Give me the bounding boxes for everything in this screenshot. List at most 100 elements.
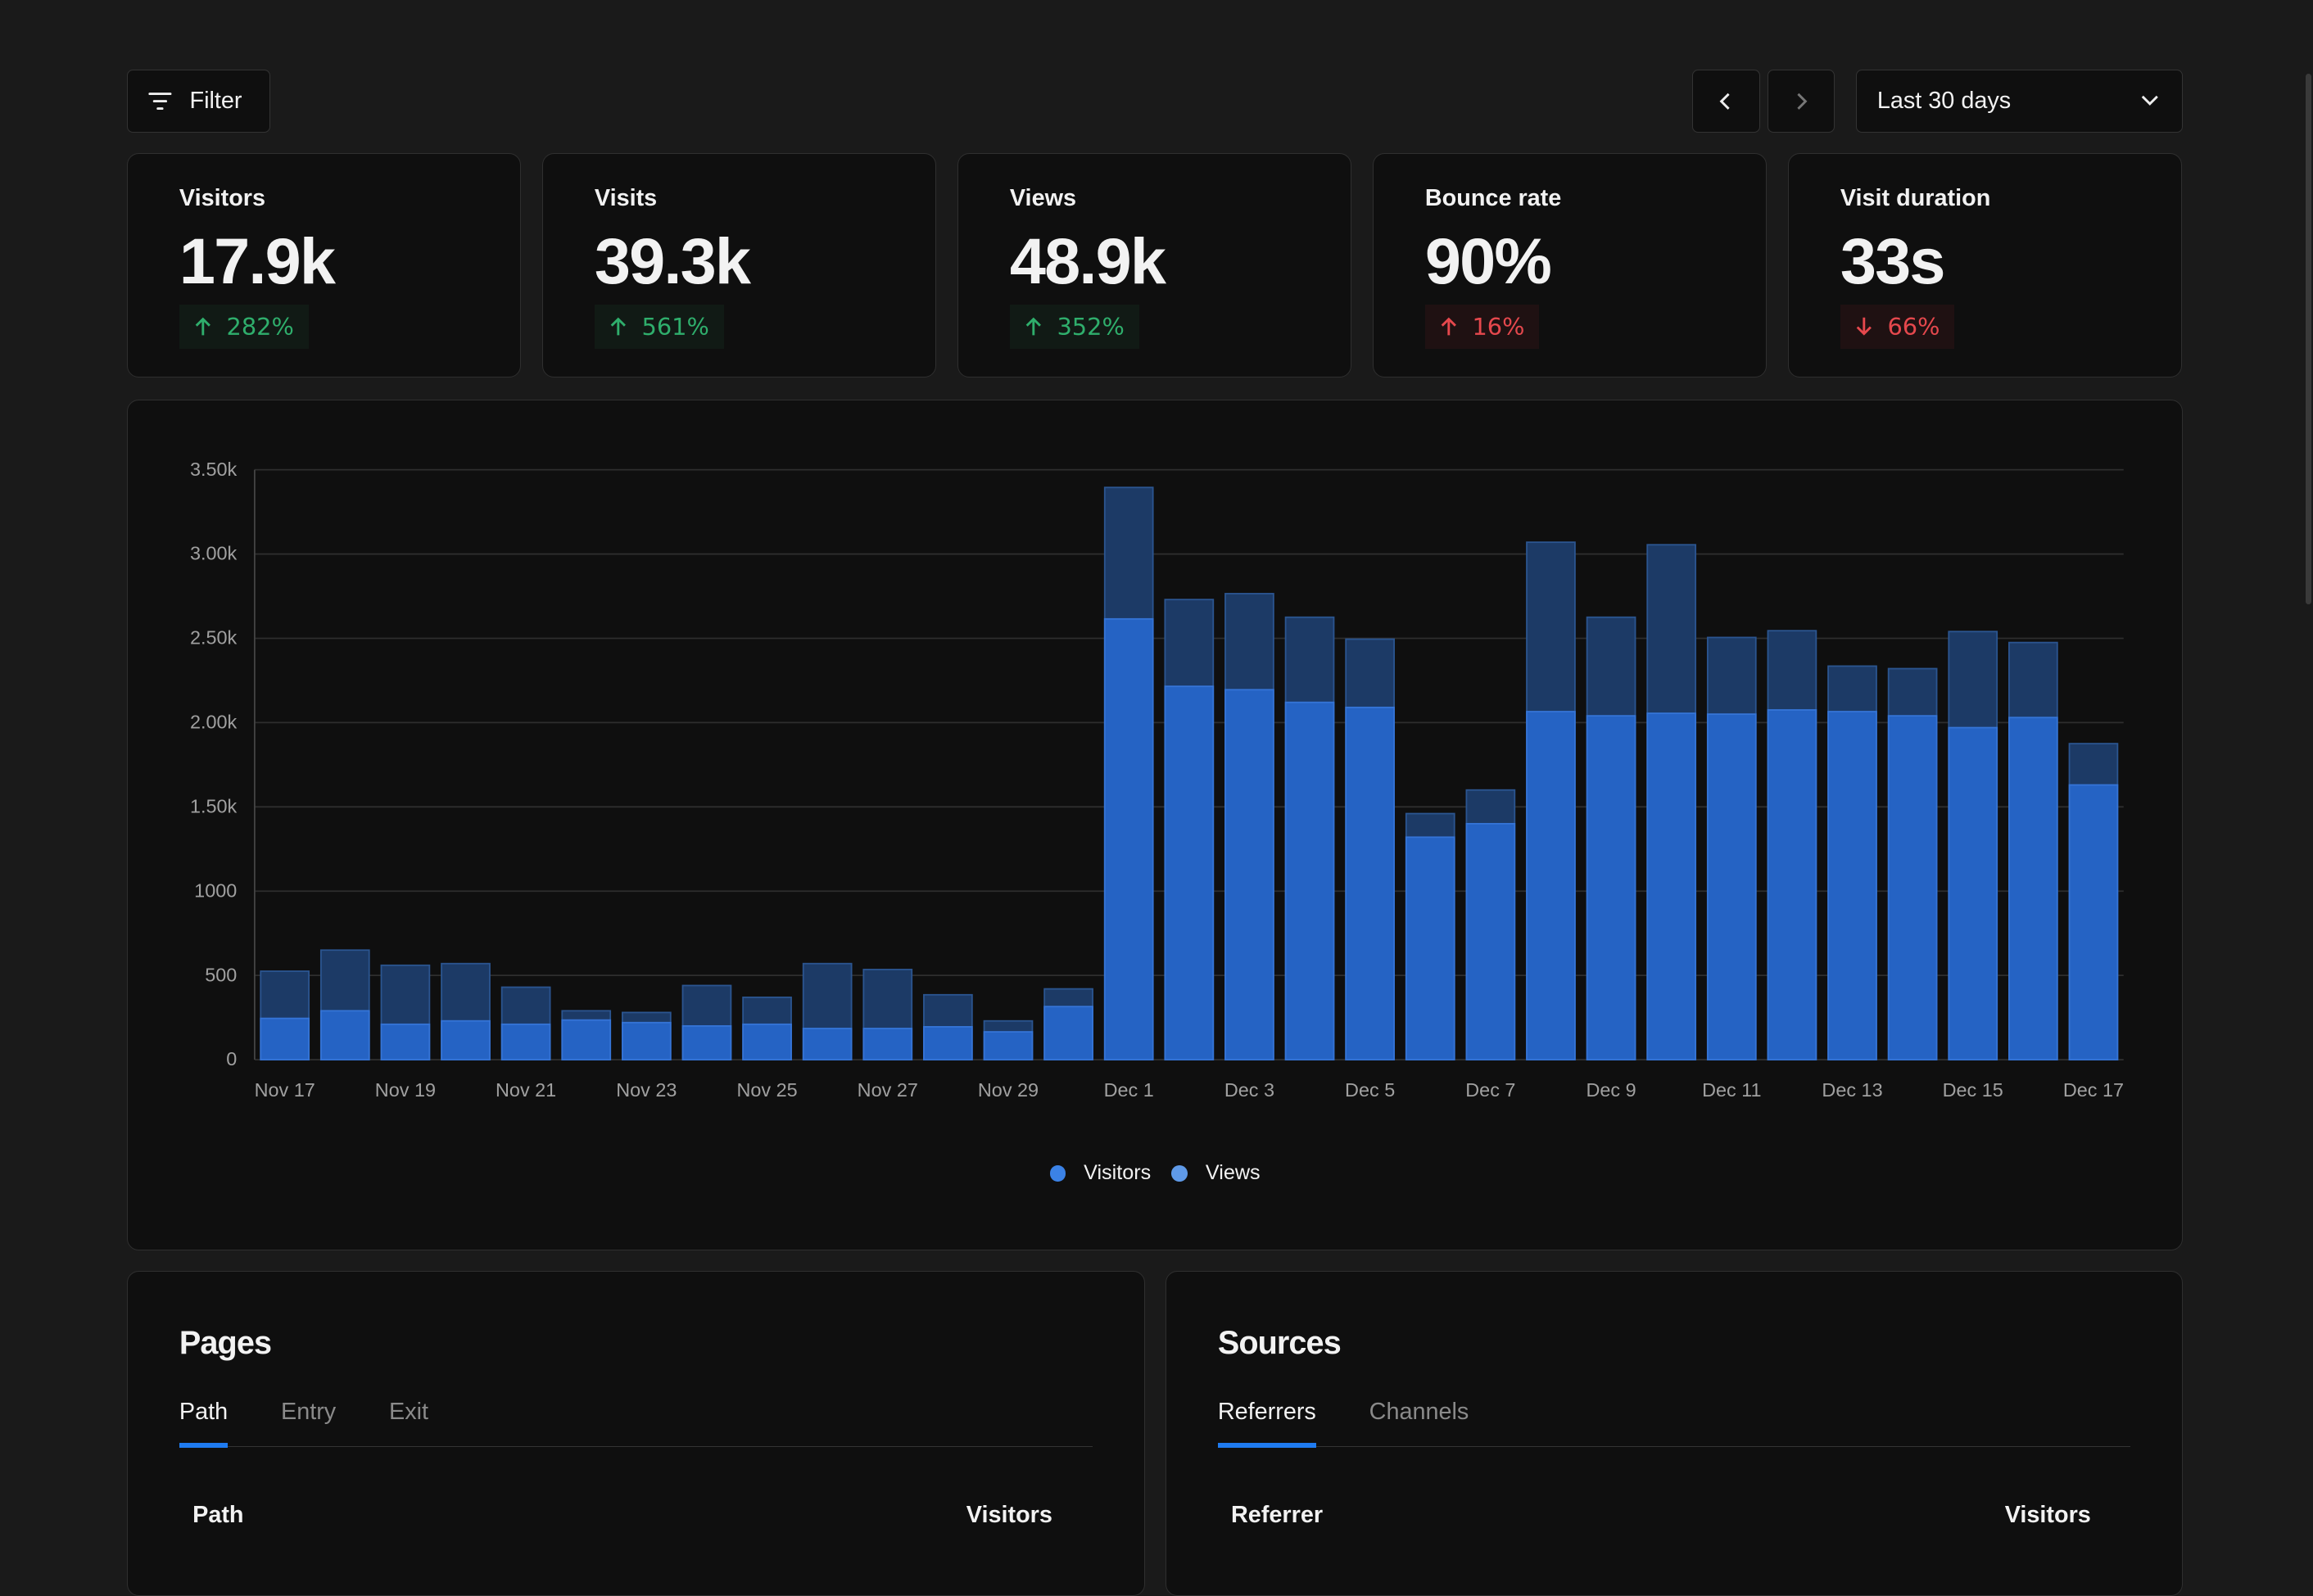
bar-visitors[interactable] xyxy=(2007,717,2058,1061)
stat-change-badge: 561% xyxy=(594,304,724,349)
bar-visitors[interactable] xyxy=(1948,726,1998,1061)
sources-panel: Sources Referrers Channels Referrer Visi… xyxy=(1165,1271,2184,1596)
chart-legend: Visitors Views xyxy=(128,1161,2183,1185)
tab-exit[interactable]: Exit xyxy=(389,1399,428,1446)
bar-visitors[interactable] xyxy=(1405,836,1455,1061)
bar-visitors[interactable] xyxy=(922,1026,973,1061)
bar-visitors[interactable] xyxy=(862,1028,912,1061)
stat-value: 39.3k xyxy=(594,224,751,297)
bar-visitors[interactable] xyxy=(1526,711,1576,1061)
stat-change-value: 561% xyxy=(641,312,709,341)
chevron-left-icon xyxy=(1719,93,1730,110)
bar-visitors[interactable] xyxy=(2068,784,2119,1061)
bar-visitors[interactable] xyxy=(1586,715,1636,1061)
x-tick-label: Nov 25 xyxy=(736,1079,797,1101)
stat-card-bounce-rate[interactable]: Bounce rate 90% 16% xyxy=(1372,153,1767,378)
filter-icon xyxy=(148,92,172,110)
arrow-up-icon xyxy=(195,317,210,336)
stat-change-badge: 282% xyxy=(179,304,309,349)
legend-label: Visitors xyxy=(1084,1161,1152,1185)
legend-dot-icon xyxy=(1171,1164,1188,1182)
column-header-visitors[interactable]: Visitors xyxy=(966,1502,1052,1529)
stat-card-visitors[interactable]: Visitors 17.9k 282% xyxy=(126,153,521,378)
stat-label: Visitors xyxy=(179,185,266,212)
x-tick-label: Dec 9 xyxy=(1586,1079,1636,1101)
bar-visitors[interactable] xyxy=(681,1025,732,1061)
bar-visitors[interactable] xyxy=(742,1023,792,1061)
bar-visitors[interactable] xyxy=(621,1021,672,1061)
bar-visitors[interactable] xyxy=(441,1020,491,1061)
stat-change-value: 16% xyxy=(1472,312,1525,341)
stat-value: 17.9k xyxy=(179,224,336,297)
stat-change-value: 352% xyxy=(1057,312,1125,341)
next-period-button[interactable] xyxy=(1767,69,1835,133)
legend-item-visitors[interactable]: Visitors xyxy=(1049,1161,1152,1185)
bar-visitors[interactable] xyxy=(1706,713,1757,1061)
bar-visitors[interactable] xyxy=(260,1017,310,1061)
stat-label: Visits xyxy=(594,185,658,212)
tab-channels[interactable]: Channels xyxy=(1369,1399,1469,1446)
x-tick-label: Dec 11 xyxy=(1702,1079,1761,1101)
stat-value: 90% xyxy=(1424,224,1552,297)
y-tick-label: 1.50k xyxy=(190,796,238,817)
filter-label: Filter xyxy=(189,87,242,114)
column-header-referrer[interactable]: Referrer xyxy=(1231,1502,1323,1529)
bar-visitors[interactable] xyxy=(1465,823,1516,1061)
bar-visitors[interactable] xyxy=(500,1023,551,1061)
traffic-chart-panel: 0 500 1000 1.50k 2.00k 2.50k 3.00k 3.50k Nov 17 N… xyxy=(126,400,2184,1251)
page-scrollbar[interactable] xyxy=(2305,74,2312,605)
arrow-down-icon xyxy=(1856,318,1872,337)
legend-item-views[interactable]: Views xyxy=(1171,1161,1261,1185)
pages-title: Pages xyxy=(179,1325,272,1362)
tab-path[interactable]: Path xyxy=(179,1399,228,1448)
x-tick-label: Dec 7 xyxy=(1465,1079,1515,1101)
bar-visitors[interactable] xyxy=(983,1031,1034,1061)
bar-visitors[interactable] xyxy=(1345,707,1395,1061)
bar-visitors[interactable] xyxy=(1767,709,1817,1061)
date-range-select[interactable]: Last 30 days xyxy=(1855,69,2184,133)
bar-visitors[interactable] xyxy=(1887,715,1938,1061)
filter-button[interactable]: Filter xyxy=(126,69,270,133)
stat-change-value: 282% xyxy=(226,312,294,341)
y-tick-label: 500 xyxy=(205,964,237,985)
y-tick-label: 2.50k xyxy=(190,627,238,649)
bar-visitors[interactable] xyxy=(380,1023,431,1061)
legend-dot-icon xyxy=(1049,1164,1066,1182)
y-tick-label: 2.00k xyxy=(190,712,238,733)
stat-card-visit-duration[interactable]: Visit duration 33s 66% xyxy=(1787,153,2182,378)
x-tick-label: Nov 19 xyxy=(375,1079,436,1101)
stat-card-views[interactable]: Views 48.9k 352% xyxy=(957,153,1351,378)
tab-entry[interactable]: Entry xyxy=(281,1399,336,1446)
bar-visitors[interactable] xyxy=(1827,711,1877,1061)
bar-visitors[interactable] xyxy=(319,1010,370,1061)
bar-visitors[interactable] xyxy=(1224,689,1274,1061)
bar-visitors[interactable] xyxy=(1164,685,1215,1061)
x-tick-label: Nov 17 xyxy=(254,1079,315,1101)
x-tick-label: Nov 21 xyxy=(496,1079,556,1101)
bar-visitors[interactable] xyxy=(1103,617,1154,1061)
tab-referrers[interactable]: Referrers xyxy=(1217,1399,1316,1448)
pages-panel: Pages Path Entry Exit Path Visitors xyxy=(126,1271,1145,1596)
stat-card-visits[interactable]: Visits 39.3k 561% xyxy=(541,153,936,378)
bar-visitors[interactable] xyxy=(1284,701,1335,1061)
sources-title: Sources xyxy=(1217,1325,1342,1362)
bar-visitors[interactable] xyxy=(1646,712,1696,1061)
bar-visitors[interactable] xyxy=(1043,1006,1093,1061)
column-header-visitors[interactable]: Visitors xyxy=(2005,1502,2091,1529)
traffic-bar-chart: 0 500 1000 1.50k 2.00k 2.50k 3.00k 3.50k Nov 17 N… xyxy=(190,459,2124,1101)
stat-label: Bounce rate xyxy=(1424,185,1562,212)
x-tick-label: Nov 23 xyxy=(616,1079,677,1101)
y-tick-label: 3.50k xyxy=(190,459,238,480)
previous-period-button[interactable] xyxy=(1691,69,1760,133)
column-header-path[interactable]: Path xyxy=(192,1502,243,1529)
bar-visitors[interactable] xyxy=(802,1028,853,1061)
x-tick-label: Dec 15 xyxy=(1943,1079,2003,1101)
arrow-up-icon xyxy=(1025,317,1041,336)
stat-change-value: 66% xyxy=(1887,312,1940,341)
stat-value: 33s xyxy=(1840,224,1946,297)
y-tick-label: 3.00k xyxy=(190,543,238,564)
bar-visitors[interactable] xyxy=(561,1019,611,1061)
stat-change-badge: 16% xyxy=(1424,304,1540,349)
stat-label: Visit duration xyxy=(1840,185,1991,212)
stat-change-badge: 352% xyxy=(1009,304,1139,349)
